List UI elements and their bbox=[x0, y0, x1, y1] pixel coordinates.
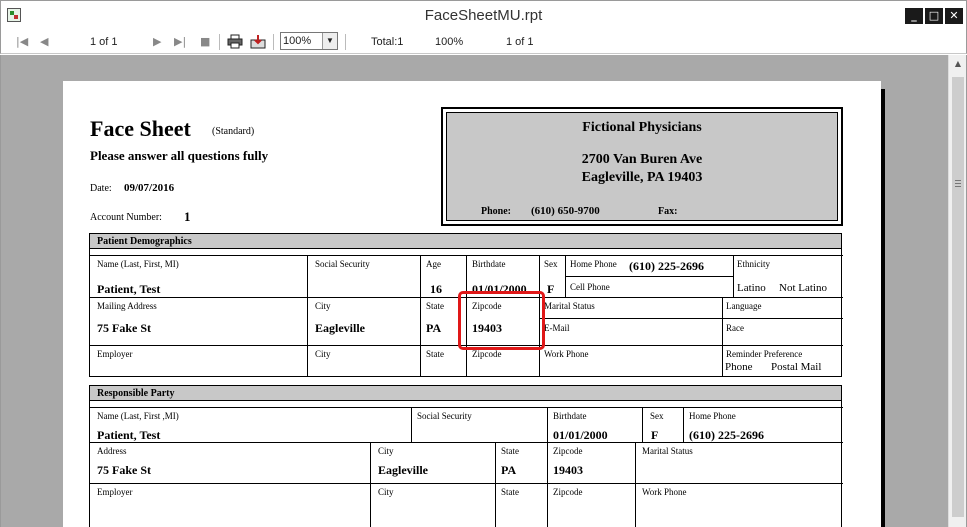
date-value: 09/07/2016 bbox=[124, 182, 175, 194]
responsible-ssn-cell: Social Security bbox=[411, 407, 547, 442]
page-status: 1 of 1 bbox=[506, 36, 534, 48]
responsible-sex-value: F bbox=[651, 428, 659, 442]
responsible-employer-state-cell: State bbox=[495, 483, 547, 527]
practice-name: Fictional Physicians bbox=[582, 120, 702, 135]
patient-reminder-cell: Reminder Preference Phone Postal Mail bbox=[722, 345, 843, 377]
responsible-birthdate-value: 01/01/2000 bbox=[553, 428, 608, 442]
toolbar-separator bbox=[273, 34, 274, 50]
report-instructions: Please answer all questions fully bbox=[90, 148, 269, 163]
ethnicity-option-not-latino: Not Latino bbox=[779, 282, 827, 294]
practice-phone-label: Phone: bbox=[481, 206, 511, 217]
responsible-name-value: Patient, Test bbox=[97, 428, 161, 442]
responsible-state-cell: State PA bbox=[495, 442, 547, 483]
patient-name-value: Patient, Test bbox=[97, 282, 161, 296]
patient-age-value: 16 bbox=[430, 282, 442, 296]
zoom-status: 100% bbox=[435, 36, 464, 48]
patient-race-cell: Race bbox=[722, 318, 843, 345]
scrollbar-thumb[interactable] bbox=[952, 77, 964, 517]
patient-city-value: Eagleville bbox=[315, 321, 365, 335]
printer-icon[interactable] bbox=[227, 34, 243, 49]
patient-employer-city-cell: City bbox=[307, 345, 420, 377]
patient-ssn-cell: Social Security bbox=[307, 255, 420, 297]
patient-mailing-cell: Mailing Address 75 Fake St bbox=[90, 297, 307, 345]
toolbar-separator bbox=[345, 34, 346, 50]
responsible-state-value: PA bbox=[501, 463, 517, 477]
reminder-option-postal-mail: Postal Mail bbox=[771, 361, 822, 373]
responsible-city-value: Eagleville bbox=[378, 463, 428, 477]
responsible-sex-cell: Sex F bbox=[642, 407, 683, 442]
practice-info-box: Fictional Physicians 2700 Van Buren Ave … bbox=[441, 107, 843, 226]
patient-work-phone-cell: Work Phone bbox=[539, 345, 722, 377]
section-header: Responsible Party bbox=[90, 386, 841, 401]
practice-address-line2: Eagleville, PA 19403 bbox=[581, 170, 703, 185]
ethnicity-option-latino: Latino bbox=[737, 282, 766, 294]
patient-sex-cell: Sex F bbox=[539, 255, 565, 297]
zoom-value: 100% bbox=[283, 35, 312, 47]
report-toolbar: |◀ ◀ 1 of 1 ▶ ▶| ■ 100% ▼ Total:1 100% 1… bbox=[0, 30, 967, 54]
responsible-home-phone-cell: Home Phone (610) 225-2696 bbox=[683, 407, 843, 442]
responsible-work-phone-cell: Work Phone bbox=[635, 483, 843, 527]
responsible-address-cell: Address 75 Fake St bbox=[90, 442, 370, 483]
date-label: Date: bbox=[90, 183, 112, 194]
scroll-up-icon[interactable]: ▲ bbox=[953, 59, 963, 69]
practice-address-line1: 2700 Van Buren Ave bbox=[581, 152, 703, 167]
patient-sex-value: F bbox=[547, 282, 555, 296]
report-subtitle: (Standard) bbox=[212, 126, 255, 137]
zoom-select[interactable]: 100% ▼ bbox=[280, 32, 338, 50]
section-header: Patient Demographics bbox=[90, 234, 841, 249]
patient-home-phone-cell: Home Phone (610) 225-2696 bbox=[565, 255, 733, 276]
patient-home-phone-value: (610) 225-2696 bbox=[629, 259, 704, 273]
previous-page-icon[interactable]: ◀ bbox=[40, 35, 48, 49]
patient-name-cell: Name (Last, First, MI) Patient, Test bbox=[90, 255, 307, 297]
grip-icon bbox=[955, 180, 961, 181]
toolbar-separator bbox=[219, 34, 220, 50]
vertical-scrollbar[interactable]: ▲ bbox=[948, 55, 967, 527]
patient-email-cell: E-Mail bbox=[539, 318, 722, 345]
zipcode-highlight-box bbox=[458, 291, 545, 350]
page-indicator: 1 of 1 bbox=[90, 36, 118, 48]
responsible-city-cell: City Eagleville bbox=[370, 442, 495, 483]
patient-employer-state-cell: State bbox=[420, 345, 466, 377]
first-page-icon[interactable]: |◀ bbox=[16, 35, 28, 49]
report-title: Face Sheet bbox=[90, 116, 191, 141]
patient-age-cell: Age 16 bbox=[420, 255, 466, 297]
patient-ethnicity-cell: Ethnicity Latino Not Latino bbox=[733, 255, 843, 297]
title-bar: FaceSheetMU.rpt _ □ ✕ bbox=[0, 0, 967, 30]
responsible-birthdate-cell: Birthdate 01/01/2000 bbox=[547, 407, 642, 442]
responsible-employer-zip-cell: Zipcode bbox=[547, 483, 635, 527]
practice-phone-value: (610) 650-9700 bbox=[531, 205, 600, 217]
responsible-zip-value: 19403 bbox=[553, 463, 583, 477]
close-button[interactable]: ✕ bbox=[945, 8, 963, 24]
patient-mailing-value: 75 Fake St bbox=[97, 321, 151, 335]
maximize-button[interactable]: □ bbox=[925, 8, 943, 24]
patient-cell-phone-cell: Cell Phone bbox=[565, 276, 733, 297]
account-number-label: Account Number: bbox=[90, 212, 162, 223]
total-label: Total:1 bbox=[371, 36, 404, 48]
responsible-home-phone-value: (610) 225-2696 bbox=[689, 428, 764, 442]
patient-city-cell: City Eagleville bbox=[307, 297, 420, 345]
responsible-party-section: Responsible Party Name (Last, First ,MI)… bbox=[89, 385, 843, 527]
next-page-icon[interactable]: ▶ bbox=[153, 35, 161, 49]
reminder-option-phone: Phone bbox=[725, 361, 753, 373]
minimize-button[interactable]: _ bbox=[905, 8, 923, 24]
stop-icon[interactable]: ■ bbox=[200, 35, 210, 49]
window-title: FaceSheetMU.rpt bbox=[424, 7, 543, 24]
export-icon[interactable] bbox=[250, 34, 266, 49]
responsible-employer-cell: Employer bbox=[90, 483, 370, 527]
account-number-value: 1 bbox=[184, 209, 191, 224]
patient-employer-cell: Employer bbox=[90, 345, 307, 377]
patient-state-value: PA bbox=[426, 321, 442, 335]
responsible-marital-cell: Marital Status bbox=[635, 442, 843, 483]
chevron-down-icon[interactable]: ▼ bbox=[322, 33, 337, 49]
responsible-address-value: 75 Fake St bbox=[97, 463, 151, 477]
patient-marital-cell: Marital Status bbox=[539, 297, 722, 318]
responsible-employer-city-cell: City bbox=[370, 483, 495, 527]
last-page-icon[interactable]: ▶| bbox=[174, 35, 186, 49]
responsible-zip-cell: Zipcode 19403 bbox=[547, 442, 635, 483]
patient-language-cell: Language bbox=[722, 297, 843, 318]
practice-fax-label: Fax: bbox=[658, 206, 678, 217]
responsible-name-cell: Name (Last, First ,MI) Patient, Test bbox=[90, 407, 411, 442]
